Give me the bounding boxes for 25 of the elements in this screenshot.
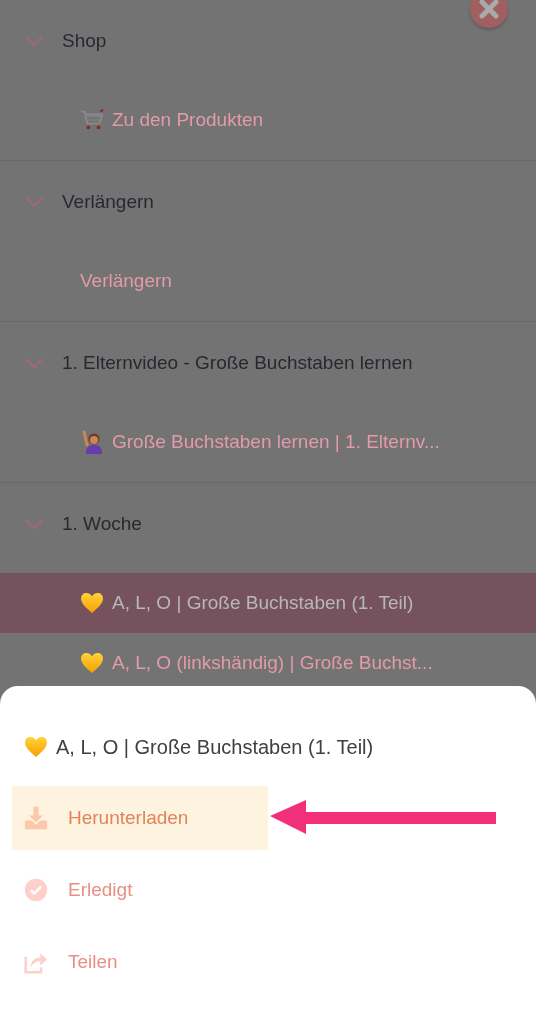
- heart-icon: [24, 735, 48, 759]
- person-raising-hand-icon: [80, 430, 104, 454]
- download-icon: [24, 806, 48, 830]
- section-title[interactable]: 1. Elternvideo - Große Buchstaben lernen: [62, 352, 413, 374]
- chevron-down-icon[interactable]: [24, 518, 44, 530]
- done-button[interactable]: Erledigt: [12, 858, 268, 922]
- heart-icon: [80, 591, 104, 615]
- check-circle-icon: [24, 878, 48, 902]
- chevron-down-icon[interactable]: [24, 357, 44, 369]
- section-title[interactable]: Shop: [62, 30, 107, 52]
- share-button[interactable]: Teilen: [12, 930, 268, 994]
- section-title[interactable]: Verlängern: [62, 191, 154, 213]
- section-title[interactable]: 1. Woche: [62, 513, 142, 535]
- close-button[interactable]: [470, 0, 508, 28]
- lesson-link[interactable]: A, L, O (linkshändig) | Große Buchst...: [112, 652, 433, 674]
- sheet-title: A, L, O | Große Buchstaben (1. Teil): [56, 735, 374, 759]
- shopping-cart-icon: [80, 108, 104, 132]
- lesson-link[interactable]: Zu den Produkten: [112, 109, 264, 131]
- heart-icon: [80, 651, 104, 675]
- lesson-link[interactable]: Große Buchstaben lernen | 1. Elternv...: [112, 431, 440, 453]
- chevron-down-icon[interactable]: [24, 196, 44, 208]
- lesson-link[interactable]: Verlängern: [80, 270, 172, 292]
- lesson-link[interactable]: A, L, O | Große Buchstaben (1. Teil): [112, 592, 414, 614]
- download-button[interactable]: Herunterladen: [12, 786, 268, 850]
- chevron-down-icon[interactable]: [24, 35, 44, 47]
